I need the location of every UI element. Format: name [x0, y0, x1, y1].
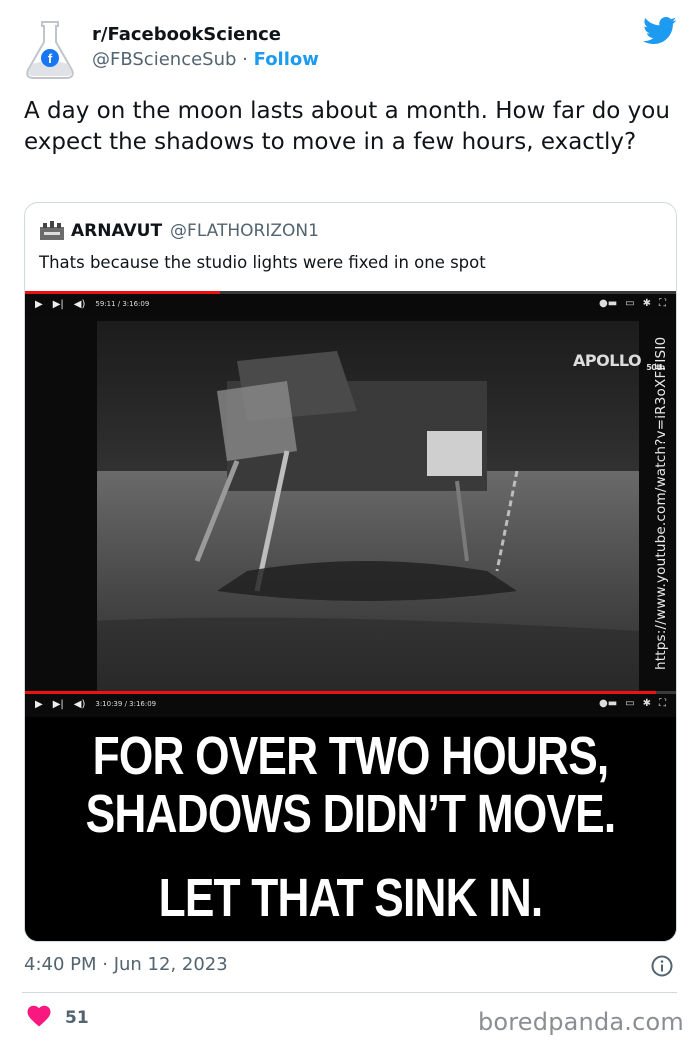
- separator: ·: [242, 49, 248, 70]
- player-controls-top[interactable]: ▶ ▶| ◀) 59:11 / 3:16:09 ●▬ ▭ ✱ ⛶: [25, 291, 676, 317]
- caption-line-2: SHADOWS DIDN’T MOVE.: [85, 784, 617, 844]
- captions-icon[interactable]: ▭: [625, 298, 634, 309]
- divider: [22, 992, 677, 993]
- next-icon[interactable]: ▶|: [53, 699, 64, 710]
- fullscreen-icon[interactable]: ⛶: [659, 698, 666, 709]
- quoted-handle[interactable]: @FLATHORIZON1: [170, 221, 319, 241]
- volume-icon[interactable]: ◀): [74, 299, 86, 310]
- caption-box: FOR OVER TWO HOURS, SHADOWS DIDN’T MOVE.…: [25, 717, 676, 941]
- progress-track-bottom[interactable]: [25, 691, 676, 694]
- player-right-controls: ●▬ ▭ ✱ ⛶: [599, 698, 666, 709]
- watermark: boredpanda.com: [477, 1008, 684, 1036]
- svg-text:f: f: [48, 51, 53, 66]
- settings-icon[interactable]: ✱: [643, 298, 651, 309]
- progress-track-top[interactable]: [25, 291, 676, 294]
- side-url: https://www.youtube.com/watch?v=iR3oXFFI…: [653, 336, 669, 670]
- caption-line-3: LET THAT SINK IN.: [158, 868, 544, 928]
- apollo-logo: APOLLO 50th: [573, 351, 665, 372]
- time-readout-bottom: 3:10:39 / 3:16:09: [95, 700, 157, 708]
- avatar[interactable]: f: [22, 18, 78, 80]
- play-icon[interactable]: ▶: [35, 699, 43, 710]
- autoplay-toggle-icon[interactable]: ●▬: [599, 298, 617, 309]
- next-icon[interactable]: ▶|: [53, 299, 64, 310]
- follow-button[interactable]: Follow: [254, 49, 319, 70]
- author-block: r/FacebookScience @FBScienceSub · Follow: [92, 24, 319, 74]
- time-readout-top: 59:11 / 3:16:09: [95, 300, 150, 308]
- likes[interactable]: 51: [27, 1005, 89, 1031]
- handle[interactable]: @FBScienceSub: [92, 49, 236, 70]
- volume-icon[interactable]: ◀): [74, 699, 86, 710]
- fullscreen-icon[interactable]: ⛶: [659, 298, 666, 309]
- twitter-bird-icon[interactable]: [643, 16, 677, 46]
- captions-icon[interactable]: ▭: [625, 698, 634, 709]
- display-name[interactable]: r/FacebookScience: [92, 24, 319, 46]
- settings-icon[interactable]: ✱: [643, 698, 651, 709]
- quoted-display-name[interactable]: ARNAVUT: [71, 221, 162, 241]
- handle-line: @FBScienceSub · Follow: [92, 46, 319, 74]
- like-count: 51: [65, 1008, 89, 1028]
- tweet-text: A day on the moon lasts about a month. H…: [24, 98, 670, 155]
- moon-lander-scene: [97, 321, 639, 691]
- caption-line-1: FOR OVER TWO HOURS,: [92, 726, 610, 786]
- play-icon[interactable]: ▶: [35, 299, 43, 310]
- player-controls-bottom[interactable]: ▶ ▶| ◀) 3:10:39 / 3:16:09 ●▬ ▭ ✱ ⛶: [25, 691, 676, 717]
- tweet-timestamp[interactable]: 4:40 PM · Jun 12, 2023: [24, 954, 228, 975]
- autoplay-toggle-icon[interactable]: ●▬: [599, 698, 617, 709]
- video-frame: ▶ ▶| ◀) 59:11 / 3:16:09 ●▬ ▭ ✱ ⛶ APOLLO …: [25, 291, 676, 691]
- apollo-logo-text: APOLLO: [573, 351, 642, 370]
- quoted-media[interactable]: ▶ ▶| ◀) 59:11 / 3:16:09 ●▬ ▭ ✱ ⛶ APOLLO …: [25, 291, 676, 941]
- quoted-header: ARNAVUT @FLATHORIZON1: [39, 219, 319, 243]
- quoted-avatar[interactable]: [39, 221, 65, 241]
- player-right-controls: ●▬ ▭ ✱ ⛶: [599, 298, 666, 309]
- quoted-tweet[interactable]: ARNAVUT @FLATHORIZON1 Thats because the …: [24, 202, 677, 942]
- progress-fill-top: [25, 291, 221, 294]
- heart-icon[interactable]: [27, 1005, 51, 1031]
- quoted-text: Thats because the studio lights were fix…: [39, 253, 486, 272]
- progress-fill-bottom: [25, 691, 657, 694]
- info-icon[interactable]: [651, 955, 673, 977]
